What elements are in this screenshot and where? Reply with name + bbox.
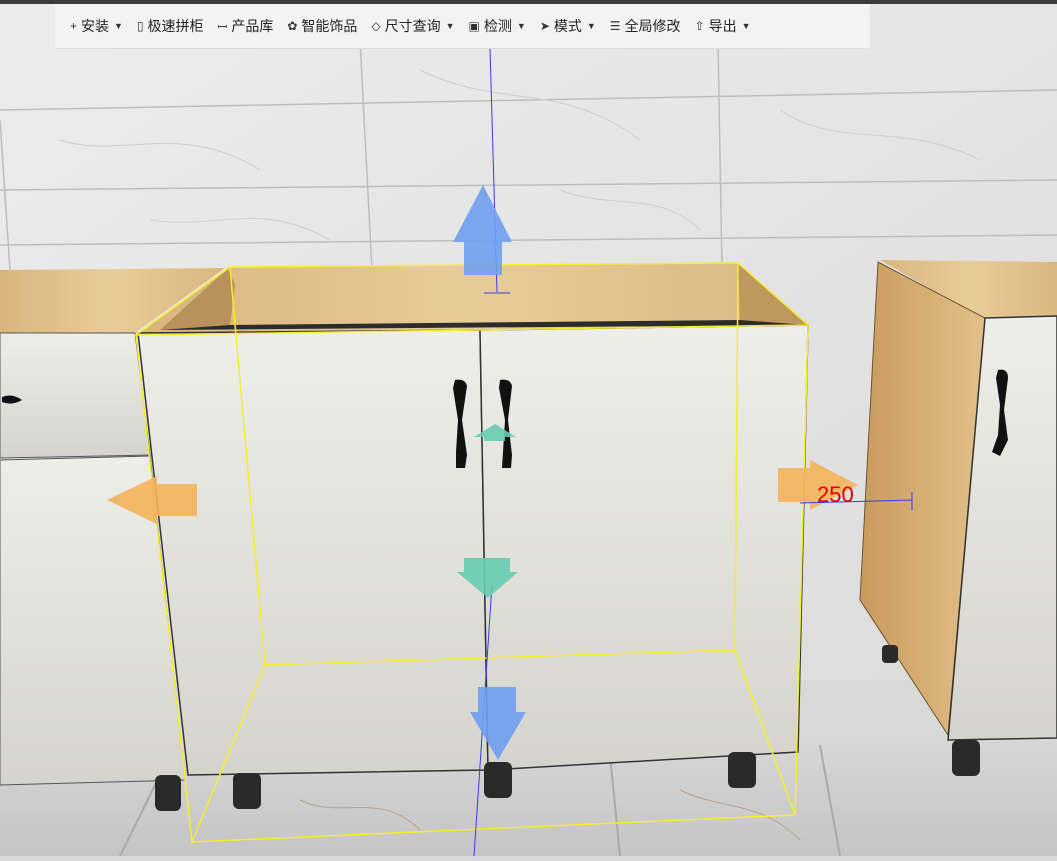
chevron-down-icon: ▼ [516, 21, 526, 31]
install-menu-button[interactable]: + 安装 ▼ [63, 4, 130, 49]
product-library-label: 产品库 [231, 18, 274, 34]
dimension-label: 250 [817, 482, 854, 507]
decor-icon: ✿ [287, 19, 298, 33]
smart-decor-label: 智能饰品 [301, 18, 358, 34]
export-label: 导出 [708, 18, 737, 34]
mode-menu-button[interactable]: ➤ 模式 ▼ [533, 4, 603, 49]
chevron-down-icon: ▼ [445, 21, 455, 31]
detect-menu-button[interactable]: ▣ 检测 ▼ [462, 4, 533, 49]
detect-label: 检测 [483, 18, 512, 34]
sliders-icon: ☰ [609, 19, 621, 33]
quick-cabinet-label: 极速拼柜 [147, 18, 204, 34]
export-menu-button[interactable]: ⇧ 导出 ▼ [688, 4, 758, 49]
3d-viewport[interactable]: 250 [0, 0, 1057, 857]
main-toolbar: + 安装 ▼ ▯ 极速拼柜 ꟷ 产品库 ✿ 智能饰品 ◇ 尺寸查询 ▼ ▣ 检测… [55, 4, 870, 49]
size-query-label: 尺寸查询 [384, 18, 441, 34]
global-edit-label: 全局修改 [624, 18, 681, 34]
ruler-icon: ◇ [371, 19, 381, 33]
product-library-button[interactable]: ꟷ 产品库 [211, 4, 281, 49]
chevron-down-icon: ▼ [741, 21, 751, 31]
library-icon: ꟷ [217, 19, 228, 34]
chevron-down-icon: ▼ [586, 21, 596, 31]
plus-icon: + [70, 19, 78, 33]
quick-cabinet-button[interactable]: ▯ 极速拼柜 [130, 4, 211, 49]
global-edit-button[interactable]: ☰ 全局修改 [603, 4, 688, 49]
mode-label: 模式 [553, 18, 582, 34]
cabinet-icon: ▯ [136, 19, 144, 33]
right-cabinet[interactable] [859, 260, 1057, 776]
export-icon: ⇧ [694, 19, 705, 33]
detect-icon: ▣ [468, 19, 480, 33]
smart-decor-button[interactable]: ✿ 智能饰品 [280, 4, 364, 49]
cursor-icon: ➤ [539, 19, 550, 33]
size-query-menu-button[interactable]: ◇ 尺寸查询 ▼ [364, 4, 461, 49]
selected-cabinet[interactable] [137, 263, 809, 809]
install-label: 安装 [81, 18, 110, 34]
chevron-down-icon: ▼ [114, 21, 123, 31]
